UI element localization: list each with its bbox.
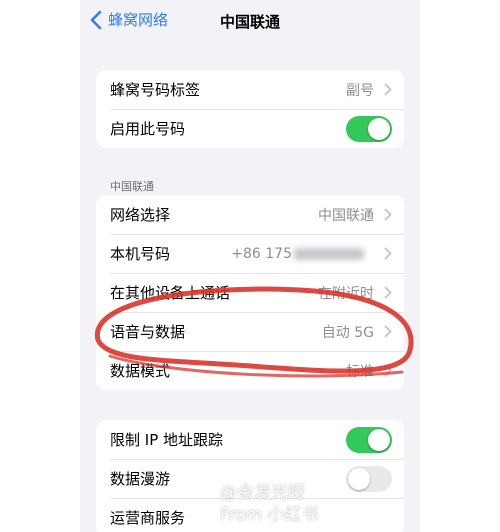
toggle-knob (348, 468, 370, 490)
row-value: +86 175 (231, 245, 292, 262)
row-label: 限制 IP 地址跟踪 (110, 431, 224, 449)
privacy-settings-card: 限制 IP 地址跟踪 数据漫游 运营商服务 (96, 420, 404, 532)
data-roaming-row: 数据漫游 (96, 459, 404, 498)
limit-ip-tracking-toggle[interactable] (346, 427, 392, 453)
row-label: 运营商服务 (110, 509, 186, 527)
navigation-bar: 蜂窝网络 中国联通 (80, 0, 420, 44)
row-label: 蜂窝号码标签 (110, 81, 201, 99)
row-label: 在其他设备上通话 (110, 284, 231, 302)
redacted-number (294, 248, 364, 260)
row-label: 语音与数据 (110, 323, 186, 341)
row-value: 在附近时 (318, 285, 374, 302)
settings-screen: 蜂窝网络 中国联通 蜂窝号码标签 副号 启用此号码 中国联通 网络选择 中国联通… (80, 0, 420, 532)
chevron-right-icon (384, 247, 392, 260)
enable-number-toggle[interactable] (346, 116, 392, 142)
row-label: 网络选择 (110, 206, 171, 224)
row-value: 自动 5G (321, 324, 374, 341)
row-label: 数据模式 (110, 362, 171, 380)
toggle-knob (368, 118, 390, 140)
sim-settings-card: 蜂窝号码标签 副号 启用此号码 (96, 70, 404, 148)
data-roaming-toggle[interactable] (346, 466, 392, 492)
network-selection-row[interactable]: 网络选择 中国联通 (96, 195, 404, 234)
toggle-knob (368, 429, 390, 451)
carrier-services-row[interactable]: 运营商服务 (96, 498, 404, 532)
page-title: 中国联通 (219, 13, 280, 31)
enable-number-row: 启用此号码 (96, 109, 404, 148)
chevron-right-icon (384, 208, 392, 221)
chevron-right-icon (384, 364, 392, 377)
row-value: 标准 (346, 363, 374, 380)
row-value: 副号 (346, 82, 374, 99)
chevron-right-icon (384, 83, 392, 96)
carrier-settings-card: 网络选择 中国联通 本机号码 +86 175 在其他设备上通话 在附近时 语音与… (96, 195, 404, 390)
section-header: 中国联通 (110, 180, 154, 193)
limit-ip-tracking-row: 限制 IP 地址跟踪 (96, 420, 404, 459)
chevron-right-icon (384, 325, 392, 338)
voice-and-data-row[interactable]: 语音与数据 自动 5G (96, 312, 404, 351)
row-label: 本机号码 (110, 245, 171, 263)
row-value: 中国联通 (318, 207, 374, 224)
calls-on-other-devices-row[interactable]: 在其他设备上通话 在附近时 (96, 273, 404, 312)
my-number-row[interactable]: 本机号码 +86 175 (96, 234, 404, 273)
chevron-right-icon (384, 286, 392, 299)
row-label: 数据漫游 (110, 470, 171, 488)
data-mode-row[interactable]: 数据模式 标准 (96, 351, 404, 390)
cellular-plan-label-row[interactable]: 蜂窝号码标签 副号 (96, 70, 404, 109)
row-label: 启用此号码 (110, 120, 186, 138)
